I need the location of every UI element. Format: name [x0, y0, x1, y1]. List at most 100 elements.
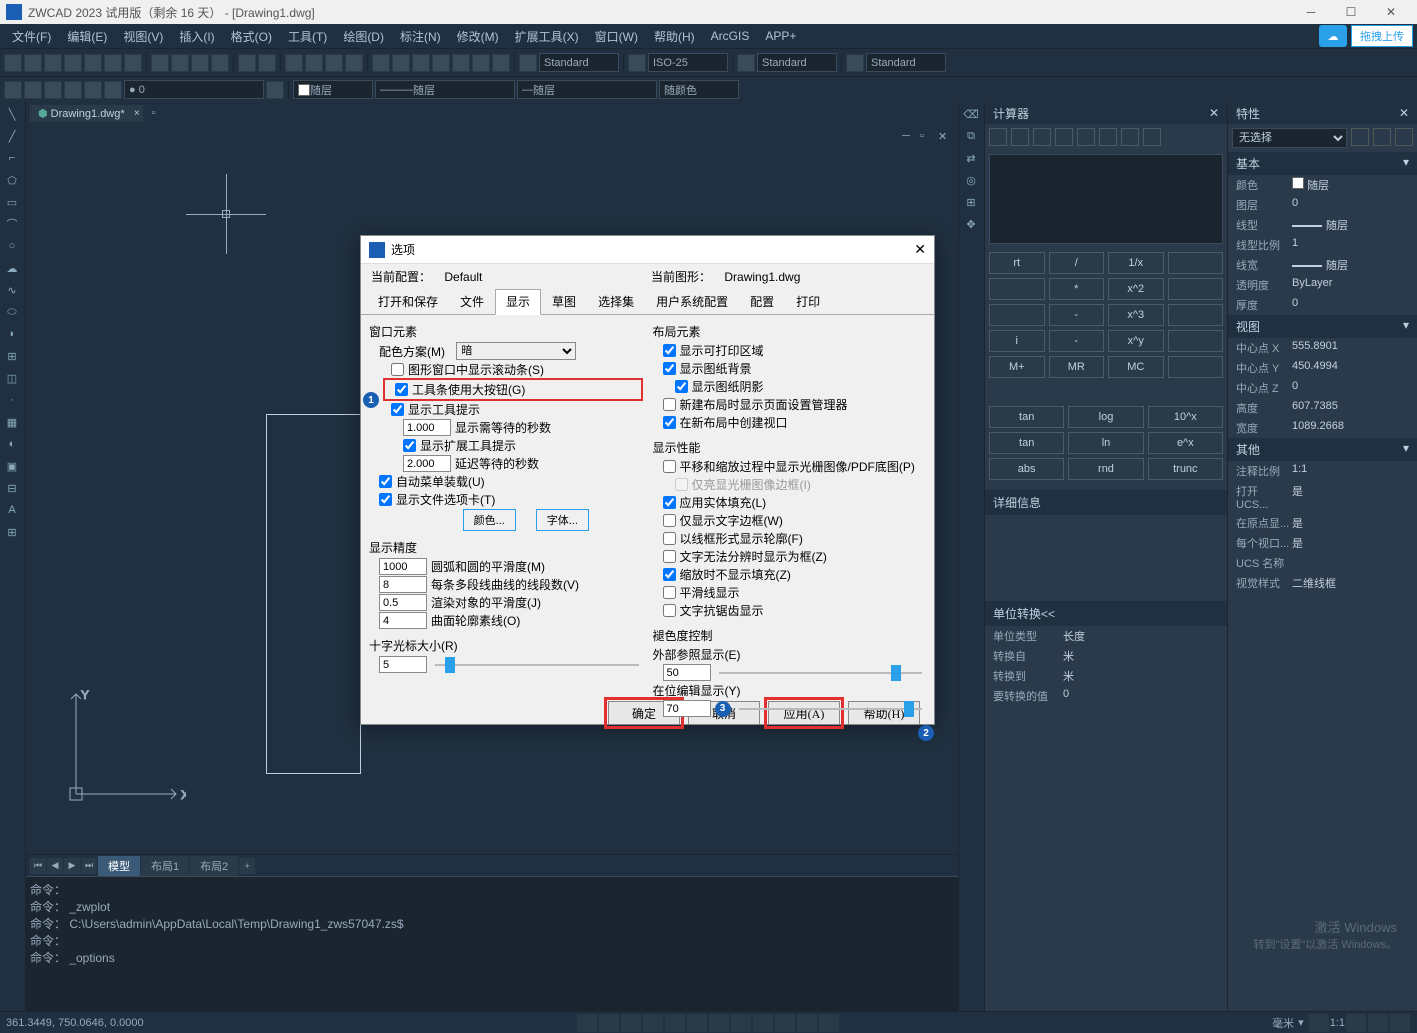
prop-value[interactable]: 1089.2668 [1292, 420, 1413, 436]
refedit-fade-slider[interactable] [739, 705, 923, 713]
menu-tools[interactable]: 工具(T) [280, 26, 335, 47]
calc-btn[interactable]: - [1049, 304, 1105, 326]
menu-arcgis[interactable]: ArcGIS [703, 27, 758, 45]
calc-icon[interactable] [452, 54, 470, 72]
layer-mgr-icon[interactable] [4, 81, 22, 99]
exttooltip-delay-input[interactable] [403, 455, 451, 472]
tab-plot[interactable]: 打印 [785, 289, 831, 314]
pan-icon[interactable] [285, 54, 303, 72]
calc-btn[interactable]: i [989, 330, 1045, 352]
tab-prev-icon[interactable]: ◀ [47, 858, 63, 874]
plotstyle-dropdown[interactable]: 随颜色 [659, 80, 739, 99]
tab-last-icon[interactable]: ⏭ [81, 858, 97, 874]
tooltip-delay-input[interactable] [403, 419, 451, 436]
settings-icon[interactable] [1390, 1014, 1410, 1032]
papershadow-checkbox[interactable] [675, 380, 688, 393]
calc-paste-icon[interactable] [1033, 128, 1051, 146]
calc-sci-btn[interactable]: e^x [1148, 432, 1223, 454]
ellipse-icon[interactable]: ⬭ [2, 302, 22, 322]
dimstyle-icon[interactable] [628, 54, 646, 72]
calc-btn[interactable] [1168, 330, 1224, 352]
prop-value[interactable]: 二维线框 [1292, 575, 1413, 591]
ellipsearc-icon[interactable]: ◗ [2, 324, 22, 344]
cycle-icon[interactable] [753, 1014, 773, 1032]
match-icon[interactable] [211, 54, 229, 72]
section-basic[interactable]: 基本 [1236, 155, 1260, 172]
designcenter-icon[interactable] [412, 54, 430, 72]
calc-btn[interactable]: rt [989, 252, 1045, 274]
props-icon[interactable] [392, 54, 410, 72]
text-icon[interactable]: A [2, 500, 22, 520]
calc-display[interactable] [989, 154, 1223, 244]
color-dropdown[interactable]: 随层 [293, 80, 373, 99]
linetype-dropdown[interactable]: ——— 随层 [375, 80, 515, 99]
close-button[interactable]: ✕ [1371, 0, 1411, 24]
gradient-icon[interactable]: ◐ [2, 434, 22, 454]
printarea-checkbox[interactable] [663, 344, 676, 357]
crosshair-size-input[interactable] [379, 656, 427, 673]
toolpalette-icon[interactable] [432, 54, 450, 72]
collapse-icon[interactable]: ▾ [1403, 441, 1409, 458]
calc-sci-btn[interactable]: rnd [1068, 458, 1143, 480]
tab-first-icon[interactable]: ⏮ [30, 858, 46, 874]
selection-dropdown[interactable]: 无选择 [1232, 128, 1347, 148]
quickselect-icon[interactable] [1373, 128, 1391, 146]
move-icon[interactable]: ✥ [961, 214, 981, 234]
layer-prev-icon[interactable] [266, 81, 284, 99]
calc-btn[interactable]: 1/x [1108, 252, 1164, 274]
menu-view[interactable]: 视图(V) [115, 26, 171, 47]
prop-value[interactable]: 0 [1292, 380, 1413, 396]
prop-value[interactable]: 1:1 [1292, 463, 1413, 479]
layout2-tab[interactable]: 布局2 [190, 856, 238, 876]
tab-display[interactable]: 显示 [495, 289, 541, 315]
surf-lines-input[interactable] [379, 612, 427, 629]
colorscheme-select[interactable]: 暗 [456, 342, 576, 360]
filetabs-checkbox[interactable] [379, 493, 392, 506]
erase-icon[interactable]: ⌫ [961, 104, 981, 124]
rect-icon[interactable]: ▭ [2, 192, 22, 212]
smoothline-checkbox[interactable] [663, 586, 676, 599]
calc-btn[interactable]: MC [1108, 356, 1164, 378]
offset-icon[interactable]: ◎ [961, 170, 981, 190]
prop-value[interactable]: 是 [1292, 535, 1413, 551]
help-icon[interactable] [492, 54, 510, 72]
calc-sci-btn[interactable]: log [1068, 406, 1143, 428]
minimize-button[interactable]: ─ [1291, 0, 1331, 24]
polar-icon[interactable] [643, 1014, 663, 1032]
refedit-fade-input[interactable] [663, 700, 711, 717]
polygon-icon[interactable]: ⬠ [2, 170, 22, 190]
zoomwin-icon[interactable] [325, 54, 343, 72]
automenuload-checkbox[interactable] [379, 475, 392, 488]
raster-checkbox[interactable] [663, 460, 676, 473]
tooltips-checkbox[interactable] [391, 403, 404, 416]
menu-window[interactable]: 窗口(W) [587, 26, 646, 47]
layer-off-icon[interactable] [64, 81, 82, 99]
unit-type-value[interactable]: 长度 [1063, 628, 1085, 644]
mleaderstyle-dropdown[interactable]: Standard [866, 53, 946, 72]
paperbg-checkbox[interactable] [663, 362, 676, 375]
model-tab[interactable]: 模型 [98, 856, 140, 876]
menu-app[interactable]: APP+ [757, 27, 804, 45]
layer-lock-icon[interactable] [104, 81, 122, 99]
lwt-icon[interactable] [709, 1014, 729, 1032]
menu-draw[interactable]: 绘图(D) [335, 26, 392, 47]
layout1-tab[interactable]: 布局1 [141, 856, 189, 876]
magnifier-icon[interactable] [797, 1014, 817, 1032]
calc-btn[interactable] [989, 278, 1045, 300]
tab-userpref[interactable]: 用户系统配置 [645, 289, 739, 314]
calc-history-icon[interactable] [1011, 128, 1029, 146]
circle-icon[interactable]: ○ [2, 236, 22, 256]
render-smooth-input[interactable] [379, 594, 427, 611]
grid-icon[interactable] [599, 1014, 619, 1032]
textstyle-dropdown[interactable]: Standard [539, 53, 619, 72]
calc-btn[interactable]: * [1049, 278, 1105, 300]
fonts-button[interactable]: 字体... [536, 509, 589, 531]
calc-btn[interactable] [1168, 304, 1224, 326]
save-icon[interactable] [44, 54, 62, 72]
section-other[interactable]: 其他 [1236, 441, 1260, 458]
calc-getpt-icon[interactable] [1055, 128, 1073, 146]
calc-cross-icon[interactable] [1121, 128, 1139, 146]
dimstyle-dropdown[interactable]: ISO-25 [648, 53, 728, 72]
hatch-icon[interactable]: ▦ [2, 412, 22, 432]
point-icon[interactable]: · [2, 390, 22, 410]
